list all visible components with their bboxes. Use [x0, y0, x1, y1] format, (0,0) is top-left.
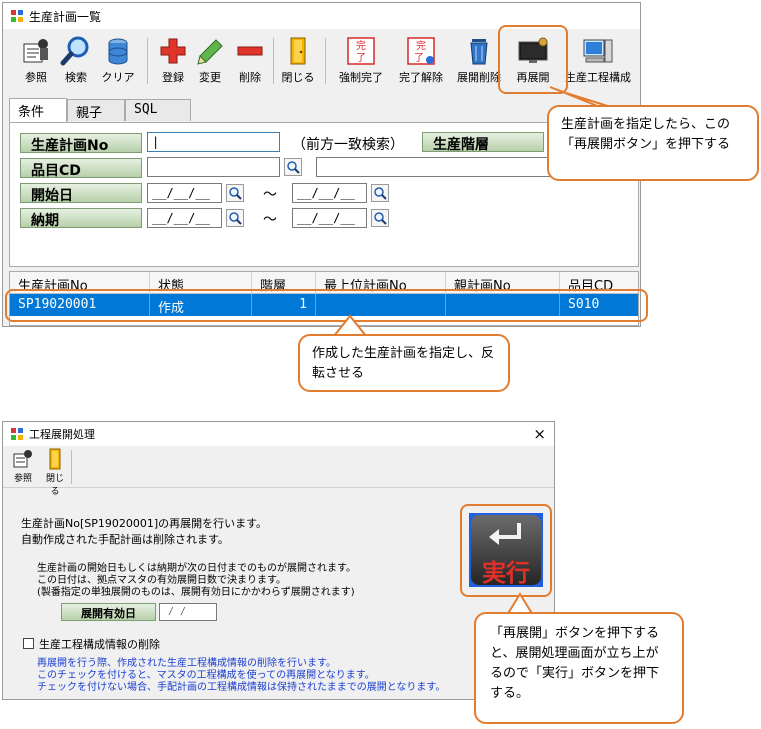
process-configuration-button[interactable]: 生産工程構成	[561, 36, 635, 90]
redeploy-message: 生産計画No[SP19020001]の再展開を行います。	[21, 517, 268, 530]
clear-icon	[102, 36, 134, 66]
delete-process-config-checkbox[interactable]	[23, 638, 34, 649]
magnifier-icon	[60, 36, 92, 66]
app-icon	[11, 428, 23, 440]
item-cd-search-button[interactable]	[284, 158, 302, 176]
reference-icon	[12, 448, 34, 470]
range-tilde: ～	[263, 212, 277, 228]
toolbar: 参照 閉じる	[3, 446, 554, 497]
due-date-from-input[interactable]: __/__/__	[147, 208, 222, 228]
door-icon	[44, 448, 66, 470]
toolbar-label: 参照	[13, 474, 32, 484]
svg-text:完: 完	[416, 39, 426, 52]
search-icon	[287, 161, 300, 174]
complete-stamp-icon: 完了	[345, 36, 377, 66]
reference-button[interactable]: 参照	[11, 448, 35, 484]
item-cd-label: 品目CD	[20, 158, 142, 179]
toolbar-label: 閉じる	[281, 71, 315, 84]
close-button[interactable]: 閉じる	[43, 448, 67, 497]
due-date-to-picker[interactable]	[371, 209, 389, 227]
callout-redeploy: 生産計画を指定したら、この「再展開ボタン」を押下する	[547, 105, 759, 181]
redeploy-button-highlight	[498, 25, 568, 94]
toolbar-label: 完了解除	[399, 71, 443, 84]
tab-conditions[interactable]: 条件	[9, 98, 67, 122]
pencil-icon	[194, 36, 226, 66]
plan-no-label: 生産計画No	[20, 133, 142, 154]
window-title: 生産計画一覧	[29, 9, 102, 24]
tab-sql[interactable]: SQL	[125, 99, 191, 121]
toolbar-label: 削除	[239, 71, 261, 84]
close-icon[interactable]: ×	[533, 425, 546, 443]
valid-date-label: 展開有効日	[61, 603, 156, 621]
prefix-search-note: （前方一致検索）	[292, 137, 404, 153]
close-button[interactable]: 閉じる	[273, 36, 323, 90]
app-icon	[11, 10, 23, 22]
tab-parent-child[interactable]: 親子	[67, 99, 125, 121]
door-icon	[282, 36, 314, 66]
execute-button-highlight	[460, 504, 552, 597]
checkbox-description: チェックを付けない場合、手配計画の工程構成情報は保持されたままでの展開となります…	[37, 682, 446, 693]
clear-button[interactable]: クリア	[93, 36, 143, 90]
start-date-label: 開始日	[20, 183, 142, 204]
window-title: 工程展開処理	[29, 428, 95, 441]
window-titlebar: 工程展開処理 ×	[3, 422, 554, 446]
plan-no-input[interactable]: |	[147, 132, 280, 152]
svg-text:完: 完	[356, 39, 366, 52]
item-cd-input[interactable]	[147, 157, 280, 177]
start-date-to-input[interactable]: __/__/__	[292, 183, 367, 203]
due-date-from-picker[interactable]	[226, 209, 244, 227]
start-date-to-picker[interactable]	[371, 184, 389, 202]
callout-execute: 「再展開」ボタンを押下すると、展開処理画面が立ち上がるので「実行」ボタンを押下す…	[474, 612, 684, 724]
reference-icon	[20, 36, 52, 66]
expansion-note: (製番指定の単独展開のものは、展開有効日にかかわらず展開されます)	[37, 587, 355, 598]
computer-icon	[582, 36, 614, 66]
search-icon	[374, 212, 387, 225]
delete-message: 自動作成された手配計画は削除されます。	[21, 533, 229, 546]
toolbar-label: 閉じる	[45, 474, 64, 497]
svg-text:了: 了	[356, 52, 366, 64]
toolbar-label: 強制完了	[339, 71, 383, 84]
range-tilde: ～	[263, 187, 277, 203]
due-date-label: 納期	[20, 208, 142, 229]
production-hierarchy-label: 生産階層	[422, 132, 544, 153]
svg-text:了: 了	[414, 52, 424, 64]
toolbar-label: 生産工程構成	[565, 71, 631, 84]
item-name-display	[316, 157, 552, 177]
search-icon	[229, 187, 242, 200]
minus-icon	[234, 36, 266, 66]
toolbar-label: クリア	[101, 71, 135, 84]
complete-cancel-button[interactable]: 完了 完了解除	[393, 36, 449, 90]
toolbar-separator	[71, 450, 72, 484]
delete-process-config-label[interactable]: 生産工程構成情報の削除	[39, 636, 160, 652]
toolbar-separator	[325, 38, 326, 84]
complete-cancel-icon: 完了	[405, 36, 437, 66]
due-date-to-input[interactable]: __/__/__	[292, 208, 367, 228]
start-date-from-input[interactable]: __/__/__	[147, 183, 222, 203]
search-icon	[229, 212, 242, 225]
delete-button[interactable]: 削除	[225, 36, 275, 90]
conditions-panel: 生産計画No | （前方一致検索） 生産階層 品目CD 開始日 __/__/__…	[9, 122, 639, 267]
force-complete-button[interactable]: 完了 強制完了	[333, 36, 389, 90]
valid-date-input[interactable]: / /	[159, 603, 217, 621]
trash-icon	[463, 36, 495, 66]
callout-select-row: 作成した生産計画を指定し、反転させる	[298, 334, 510, 392]
search-icon	[374, 187, 387, 200]
start-date-from-picker[interactable]	[226, 184, 244, 202]
